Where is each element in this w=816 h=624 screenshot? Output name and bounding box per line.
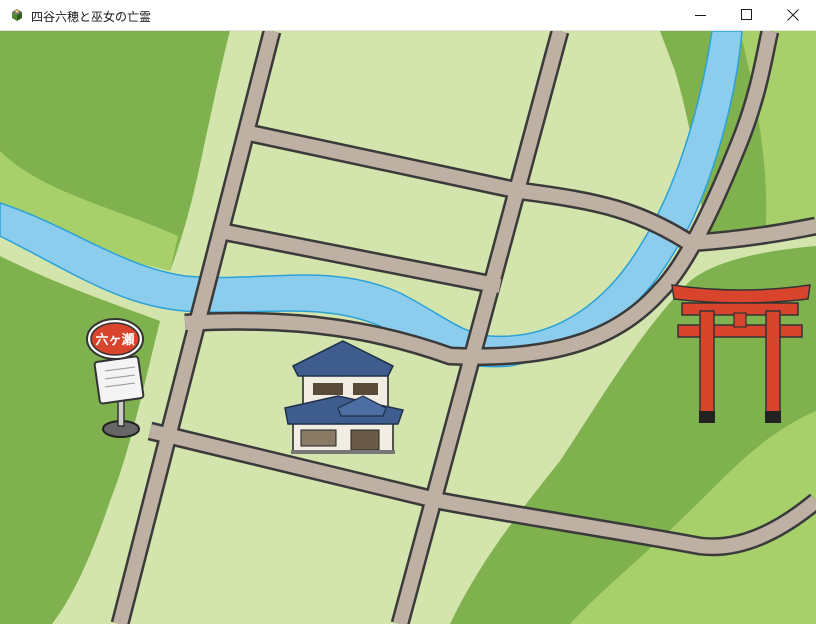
close-icon (787, 9, 799, 21)
bus-stop-sign-text: 六ヶ瀬 (95, 332, 134, 348)
maximize-icon (741, 9, 752, 20)
window-title: 四谷六穂と巫女の亡霊 (31, 10, 152, 24)
window-titlebar: 四谷六穂と巫女の亡霊 (0, 0, 816, 31)
maximize-button[interactable] (724, 0, 770, 31)
minimize-button[interactable] (678, 0, 724, 31)
app-icon (12, 9, 22, 21)
minimize-icon (695, 15, 706, 16)
game-map-viewport: 六ヶ瀬 (0, 31, 816, 624)
close-button[interactable] (770, 0, 816, 31)
town-map: 六ヶ瀬 (0, 31, 816, 624)
